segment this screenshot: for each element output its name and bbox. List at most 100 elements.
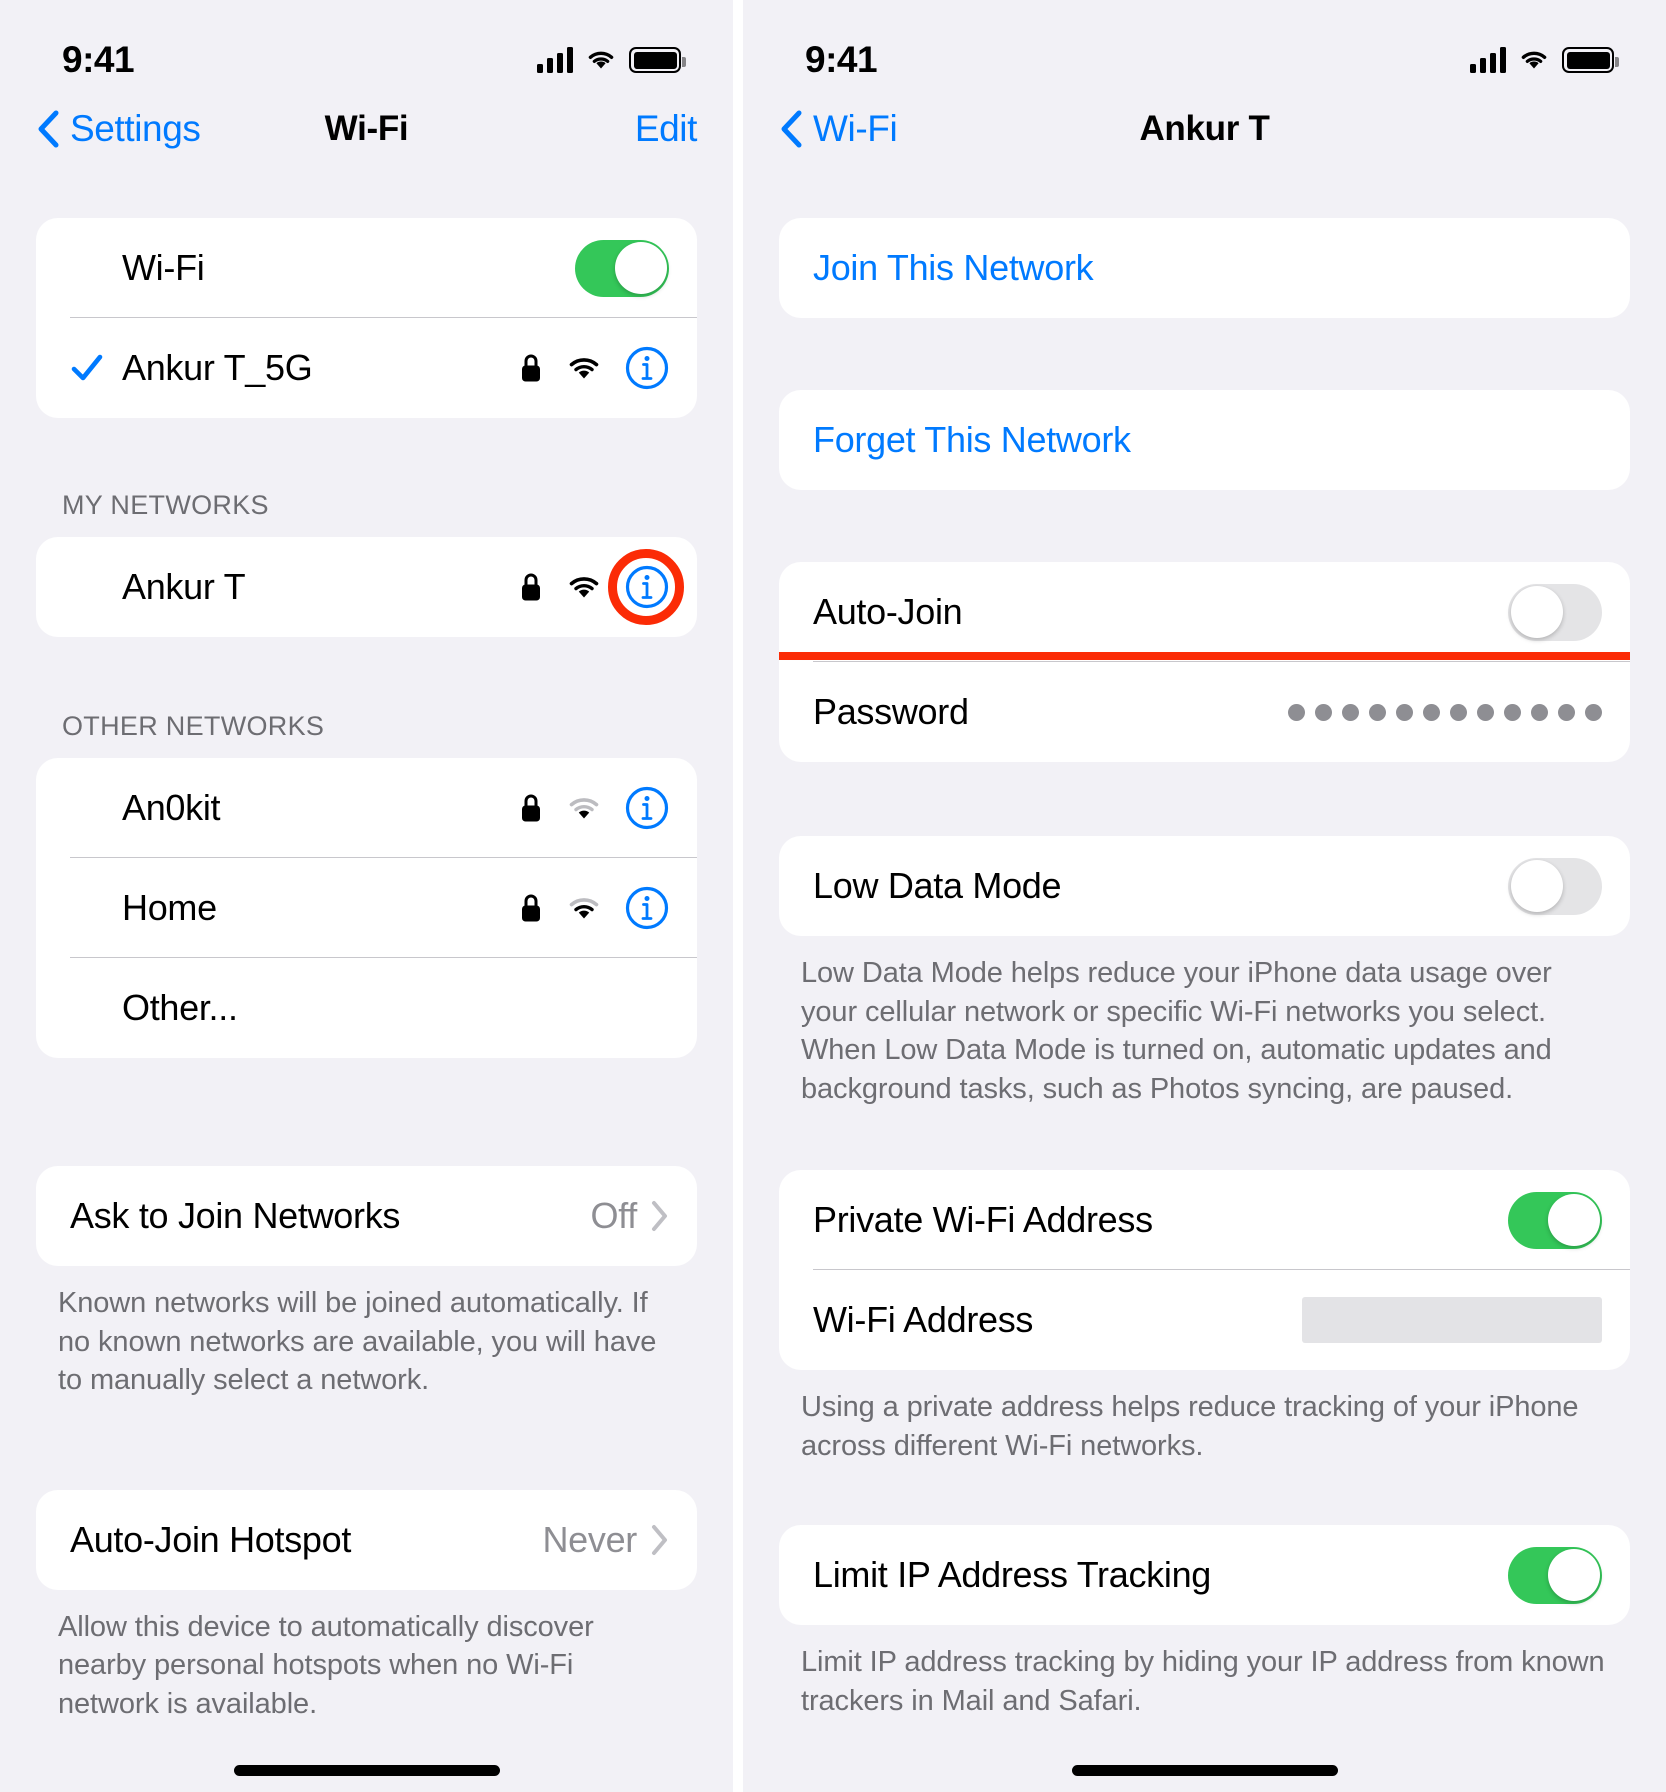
wifi-toggle-row[interactable]: Wi-Fi <box>36 218 697 318</box>
wifi-signal-icon <box>569 577 599 598</box>
auto-join-hotspot-footnote: Allow this device to automatically disco… <box>58 1610 594 1720</box>
navigation-bar-right: Wi-Fi Ankur T <box>743 92 1666 166</box>
auto-join-toggle-switch[interactable] <box>1508 583 1602 641</box>
checkmark-icon <box>71 354 103 381</box>
navigation-bar-left: Settings Wi-Fi Edit <box>0 92 733 166</box>
chevron-right-icon <box>652 1524 667 1555</box>
chevron-left-icon <box>781 110 802 148</box>
connected-network-name: Ankur T_5G <box>122 347 313 388</box>
private-wifi-address-label: Private Wi-Fi Address <box>813 1199 1153 1241</box>
auto-join-hotspot-row[interactable]: Auto-Join Hotspot Never <box>36 1490 697 1590</box>
wifi-signal-icon <box>569 358 599 379</box>
password-row[interactable]: Password <box>779 662 1630 762</box>
dual-screenshot-container: 9:41 Settings Wi-Fi Edit Wi-Fi Ankur T_5… <box>0 0 1666 1792</box>
info-icon[interactable] <box>625 786 669 830</box>
wifi-toggle-label: Wi-Fi <box>122 247 205 288</box>
chevron-left-icon <box>38 110 59 148</box>
ask-to-join-card: Ask to Join Networks Off <box>36 1166 697 1266</box>
battery-icon <box>629 47 686 73</box>
auto-join-password-card: Auto-Join Password <box>779 562 1630 762</box>
network-accessories <box>519 565 669 609</box>
password-label: Password <box>813 691 969 732</box>
back-button-label: Wi-Fi <box>813 108 898 149</box>
info-icon[interactable] <box>625 346 669 390</box>
left-content: Wi-Fi Ankur T_5G MY NETWORKS Ankur T OTH… <box>0 218 733 1723</box>
ask-to-join-footnote: Known networks will be joined automatica… <box>58 1287 657 1397</box>
status-bar-clock: 9:41 <box>62 39 135 80</box>
join-network-card: Join This Network <box>779 218 1630 318</box>
auto-join-hotspot-card: Auto-Join Hotspot Never <box>36 1489 697 1590</box>
back-to-wifi-button[interactable]: Wi-Fi <box>779 108 898 150</box>
low-data-mode-label: Low Data Mode <box>813 865 1062 906</box>
join-this-network-row[interactable]: Join This Network <box>779 218 1630 318</box>
back-to-settings-button[interactable]: Settings <box>36 108 201 150</box>
home-indicator <box>233 1765 500 1776</box>
network-detail-screen: 9:41 Wi-Fi Ankur T Join This Network For… <box>743 0 1666 1792</box>
ask-to-join-label: Ask to Join Networks <box>70 1195 401 1236</box>
lock-icon <box>522 794 540 822</box>
toggle-knob <box>1547 1194 1600 1247</box>
other-networks-header: OTHER NETWORKS <box>62 711 325 741</box>
limit-ip-tracking-label: Limit IP Address Tracking <box>813 1554 1212 1596</box>
auto-join-hotspot-value: Never <box>542 1518 637 1560</box>
low-data-mode-footnote: Low Data Mode helps reduce your iPhone d… <box>801 957 1552 1105</box>
private-wifi-address-card: Private Wi-Fi Address Wi-Fi Address <box>779 1170 1630 1371</box>
connected-network-row[interactable]: Ankur T_5G <box>36 318 697 418</box>
wifi-address-value-redacted <box>1302 1297 1602 1344</box>
my-networks-header: MY NETWORKS <box>62 490 269 520</box>
right-content: Join This Network Forget This Network Au… <box>743 218 1666 1721</box>
join-this-network-label: Join This Network <box>813 247 1094 288</box>
forget-this-network-label: Forget This Network <box>813 419 1131 460</box>
wifi-signal-icon <box>569 898 599 919</box>
limit-ip-tracking-card: Limit IP Address Tracking <box>779 1525 1630 1626</box>
status-bar-icons <box>536 47 686 73</box>
wifi-icon <box>1521 51 1547 69</box>
auto-join-hotspot-label: Auto-Join Hotspot <box>70 1518 352 1560</box>
network-accessories <box>519 886 669 930</box>
my-networks-card: Ankur T <box>36 537 697 637</box>
limit-ip-tracking-toggle-switch[interactable] <box>1508 1546 1602 1604</box>
info-icon[interactable] <box>625 886 669 930</box>
info-icon[interactable] <box>625 565 669 609</box>
panel-divider <box>733 0 743 1792</box>
wifi-list-screen: 9:41 Settings Wi-Fi Edit Wi-Fi Ankur T_5… <box>0 0 733 1792</box>
low-data-mode-card: Low Data Mode <box>779 836 1630 936</box>
private-wifi-address-footnote: Using a private address helps reduce tra… <box>801 1391 1579 1462</box>
battery-icon <box>1562 47 1619 73</box>
limit-ip-tracking-footnote: Limit IP address tracking by hiding your… <box>801 1646 1605 1717</box>
forget-this-network-row[interactable]: Forget This Network <box>779 390 1630 490</box>
low-data-mode-toggle-switch[interactable] <box>1508 857 1602 915</box>
private-wifi-address-row[interactable]: Private Wi-Fi Address <box>779 1170 1630 1271</box>
network-name: Home <box>122 887 217 928</box>
toggle-knob <box>1510 586 1563 638</box>
network-row-home[interactable]: Home <box>36 858 697 958</box>
ask-to-join-row[interactable]: Ask to Join Networks Off <box>36 1166 697 1266</box>
private-wifi-address-toggle-switch[interactable] <box>1508 1191 1602 1249</box>
toggle-knob <box>1547 1549 1600 1602</box>
forget-network-card: Forget This Network <box>779 390 1630 490</box>
chevron-right-icon <box>652 1201 667 1231</box>
limit-ip-tracking-row[interactable]: Limit IP Address Tracking <box>779 1525 1630 1625</box>
network-name: Other... <box>122 987 238 1028</box>
low-data-mode-row[interactable]: Low Data Mode <box>779 836 1630 936</box>
network-row-other[interactable]: Other... <box>36 958 697 1058</box>
wifi-icon <box>588 51 614 69</box>
wifi-toggle-switch[interactable] <box>575 239 669 297</box>
other-networks-card: An0kit Home Other... <box>36 758 697 1058</box>
wifi-address-label: Wi-Fi Address <box>813 1299 1034 1341</box>
edit-button[interactable]: Edit <box>635 108 698 150</box>
auto-join-label: Auto-Join <box>813 591 963 632</box>
status-bar-icons <box>1469 47 1619 73</box>
wifi-address-row: Wi-Fi Address <box>779 1270 1630 1370</box>
network-name: An0kit <box>122 787 221 828</box>
ask-to-join-value: Off <box>590 1195 638 1236</box>
auto-join-row[interactable]: Auto-Join <box>779 562 1630 662</box>
cellular-bars-icon <box>536 47 573 73</box>
network-row-an0kit[interactable]: An0kit <box>36 758 697 858</box>
lock-icon <box>522 894 540 922</box>
cellular-bars-icon <box>1469 47 1506 73</box>
password-masked-value <box>1288 703 1602 721</box>
status-bar-clock: 9:41 <box>805 39 878 80</box>
network-row-ankur-t[interactable]: Ankur T <box>36 537 697 637</box>
network-name: Ankur T <box>122 566 246 607</box>
